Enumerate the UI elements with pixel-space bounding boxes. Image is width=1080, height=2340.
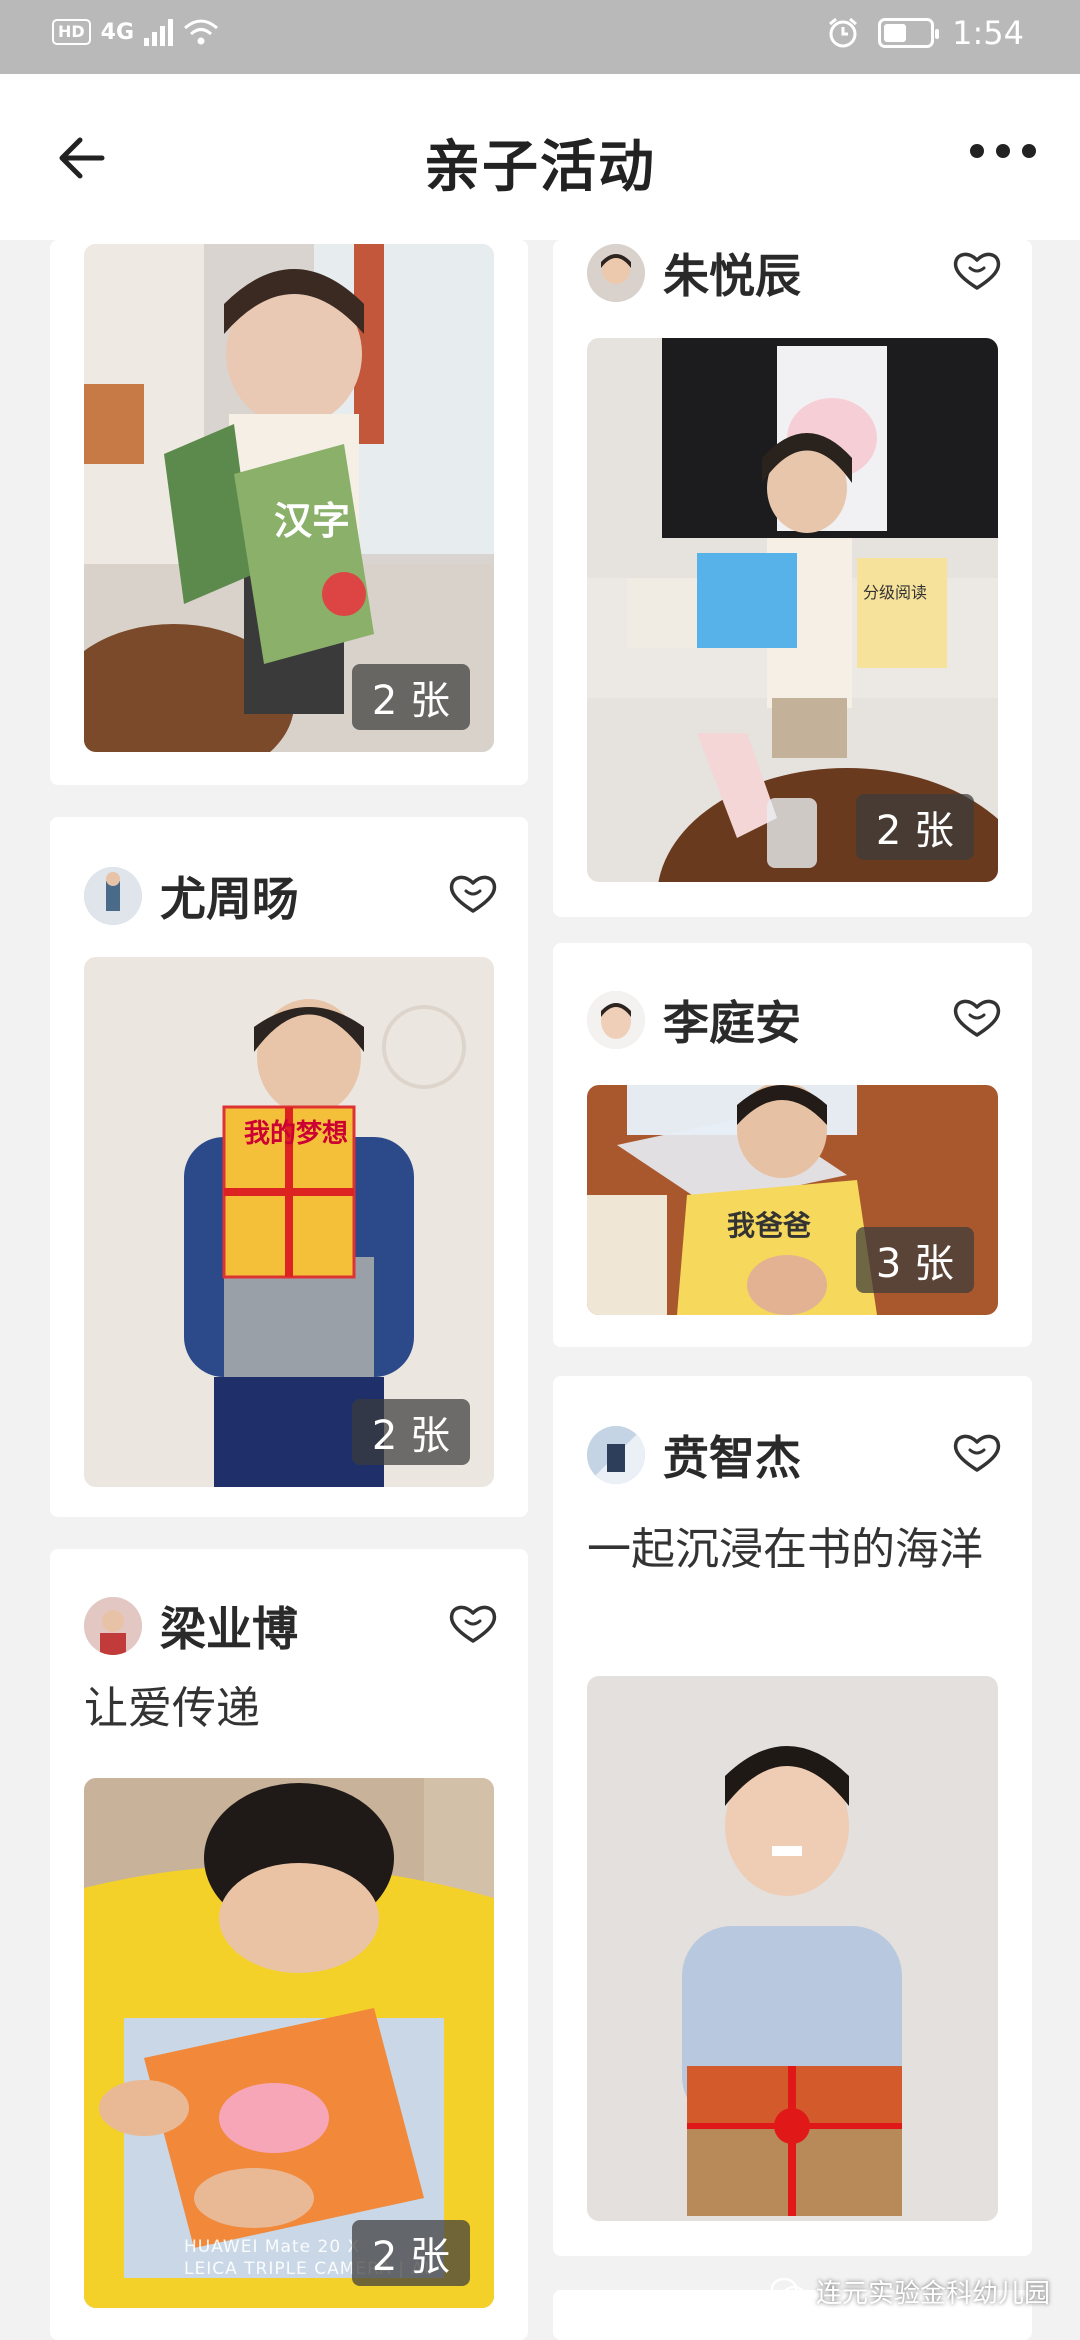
post-author[interactable]: 李庭安 xyxy=(587,987,801,1053)
post-caption: 让爱传递 xyxy=(84,1683,260,1734)
post-author[interactable]: 朱悦辰 xyxy=(587,240,801,306)
photo-count-badge: 2 张 xyxy=(351,664,470,730)
app-header: 亲子活动 xyxy=(0,74,1080,240)
avatar xyxy=(587,1426,645,1484)
battery-fill xyxy=(884,24,907,42)
post-card[interactable]: 李庭安 我爸爸 3 张 xyxy=(553,943,1032,1347)
heart-outline-icon[interactable] xyxy=(952,248,1002,294)
page-title: 亲子活动 xyxy=(424,135,656,200)
post-author[interactable]: 尤周旸 xyxy=(84,863,298,929)
post-photo[interactable]: HUAWEI Mate 20 X LEICA TRIPLE CAMERA | A… xyxy=(84,1778,494,2308)
clock: 1:54 xyxy=(952,14,1024,52)
username: 李庭安 xyxy=(663,996,801,1050)
post-author[interactable]: 贲智杰 xyxy=(587,1422,801,1488)
alarm-icon xyxy=(829,17,858,48)
photo-count-badge: 3 张 xyxy=(855,1227,974,1293)
heart-outline-icon[interactable] xyxy=(448,871,498,917)
post-card[interactable]: 汉字 2 张 xyxy=(50,240,528,785)
book-title-text: 我的梦想 xyxy=(244,1118,348,1149)
book-title-text: 我爸爸 xyxy=(727,1209,811,1242)
photo-boy-smiling-with-book xyxy=(587,1676,998,2221)
wifi-icon xyxy=(184,19,219,45)
username: 梁业博 xyxy=(160,1602,298,1656)
post-card[interactable]: 贲智杰 一起沉浸在书的海洋 xyxy=(553,1376,1032,2256)
post-photo[interactable]: 我的梦想 2 张 xyxy=(84,957,494,1487)
username: 朱悦辰 xyxy=(663,249,801,303)
hd-badge: HD xyxy=(52,19,91,45)
photo-count-badge: 2 张 xyxy=(855,794,974,860)
book-title-text: 分级阅读 xyxy=(863,583,927,602)
network-type: 4G xyxy=(100,19,135,45)
heart-outline-icon[interactable] xyxy=(448,1601,498,1647)
post-author[interactable]: 梁业博 xyxy=(84,1593,298,1659)
status-bar: HD 4G 1:54 xyxy=(0,0,1080,74)
post-card[interactable]: 尤周旸 我的梦想 2 张 xyxy=(50,817,528,1517)
avatar xyxy=(587,244,645,302)
status-right: 1:54 xyxy=(826,14,1024,52)
avatar xyxy=(84,1597,142,1655)
post-photo[interactable] xyxy=(587,1676,998,2221)
status-left: HD 4G xyxy=(52,18,219,46)
post-caption: 一起沉浸在书的海洋 xyxy=(587,1524,983,1575)
wechat-icon xyxy=(770,2277,806,2304)
photo-count-badge: 2 张 xyxy=(351,2220,470,2286)
post-photo[interactable]: 我爸爸 3 张 xyxy=(587,1085,998,1315)
account-watermark: 连元实验金科幼儿园 xyxy=(770,2273,1050,2310)
post-card[interactable]: 朱悦辰 分级阅读 2 张 xyxy=(553,240,1032,917)
post-photo[interactable]: 汉字 2 张 xyxy=(84,244,494,752)
battery-icon xyxy=(878,18,940,48)
avatar xyxy=(587,991,645,1049)
more-button[interactable] xyxy=(970,144,1036,158)
heart-outline-icon[interactable] xyxy=(952,1430,1002,1476)
avatar xyxy=(84,867,142,925)
account-name: 连元实验金科幼儿园 xyxy=(815,2279,1050,2309)
post-photo[interactable]: 分级阅读 2 张 xyxy=(587,338,998,882)
username: 尤周旸 xyxy=(160,872,298,926)
more-dots-icon xyxy=(970,144,984,158)
signal-icon xyxy=(144,18,174,46)
post-card[interactable]: 梁业博 让爱传递 HUAWEI Mate 20 X LEICA TRIPLE C… xyxy=(50,1549,528,2340)
heart-outline-icon[interactable] xyxy=(952,995,1002,1041)
username: 贲智杰 xyxy=(663,1431,801,1485)
book-title-text: 汉字 xyxy=(274,499,350,543)
more-dot xyxy=(996,144,1010,158)
more-dot xyxy=(1022,144,1036,158)
photo-count-badge: 2 张 xyxy=(351,1399,470,1465)
